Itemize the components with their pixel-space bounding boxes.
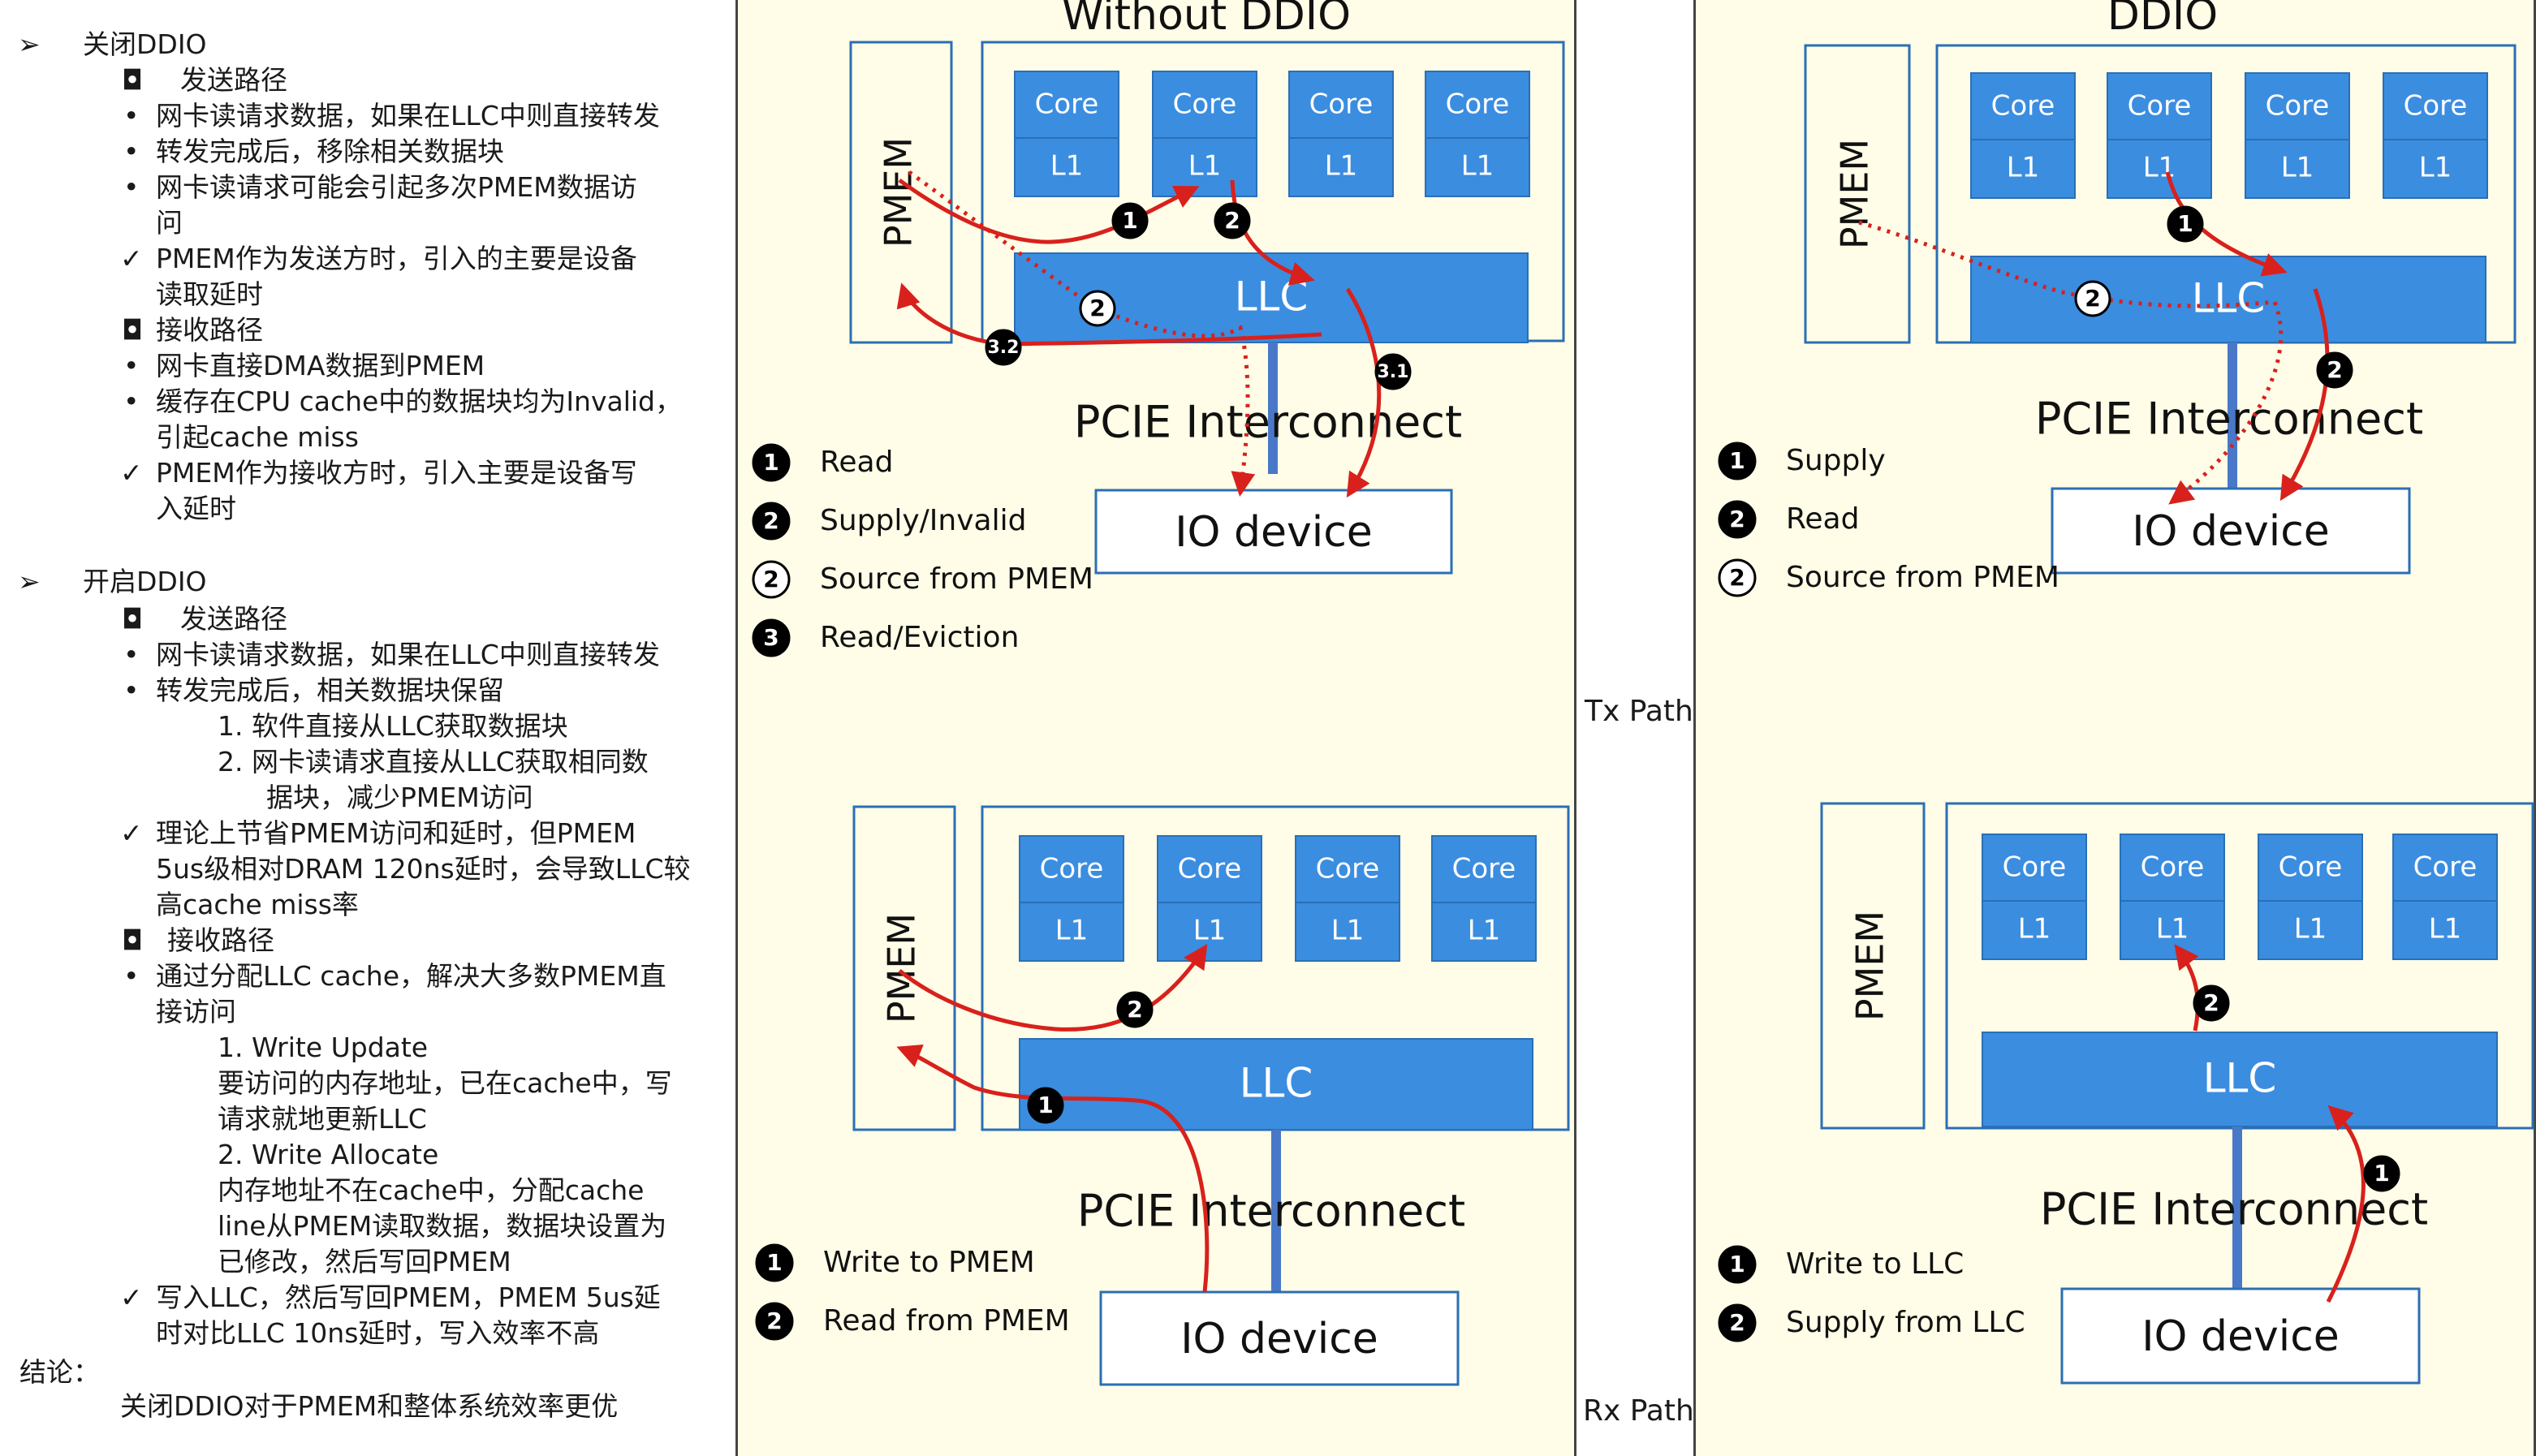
legend-badge-label: 1 xyxy=(1729,1251,1745,1277)
llc-label: LLC xyxy=(1240,1060,1313,1107)
legend-badge-label: 2 xyxy=(763,566,778,592)
ddio-diagram: Without DDIO DDIO PMEM Core L1 Core L1 Core L1 Co… xyxy=(752,0,2534,1386)
pcie-label: PCIE Interconnect xyxy=(2035,394,2423,445)
legend-badge-label: 1 xyxy=(1729,447,1745,474)
legend-label: Supply xyxy=(1786,444,1886,477)
core-label: Core xyxy=(1309,88,1374,121)
core-label: Core xyxy=(1178,853,1242,885)
core-label: Core xyxy=(2279,851,2343,884)
legend-badge-label: 3 xyxy=(763,624,778,651)
legend-label: Source from PMEM xyxy=(1786,561,2059,594)
panel-title-ddio: DDIO xyxy=(2107,0,2218,40)
l1-label: L1 xyxy=(2007,152,2040,184)
core-label: Core xyxy=(2003,851,2067,884)
l1-label: L1 xyxy=(2018,913,2051,946)
flow-step-badge-label: 2 xyxy=(1089,295,1105,321)
flow-step-badge-label: 3.2 xyxy=(988,338,1020,358)
pcie-label: PCIE Interconnect xyxy=(2040,1184,2428,1235)
core-label: Core xyxy=(1452,853,1516,885)
pcie-label: PCIE Interconnect xyxy=(1074,397,1462,448)
core-label: Core xyxy=(1173,88,1237,121)
legend-badge-label: 2 xyxy=(763,507,778,534)
legend-label: Read/Eviction xyxy=(820,621,1019,654)
l1-label: L1 xyxy=(1461,150,1494,183)
l1-label: L1 xyxy=(2281,152,2314,184)
l1-label: L1 xyxy=(1193,915,1227,947)
core-label: Core xyxy=(2141,851,2205,884)
flow-step-badge-label: 2 xyxy=(2203,989,2219,1016)
legend-label: Read xyxy=(820,446,893,479)
l1-label: L1 xyxy=(2156,913,2189,946)
core-label: Core xyxy=(1991,90,2055,123)
legend-label: Read xyxy=(1786,502,1859,536)
legend-badge-label: 2 xyxy=(1729,506,1745,532)
pmem-label: PMEM xyxy=(1833,139,1877,249)
legend-label: Read from PMEM xyxy=(823,1304,1070,1338)
core-label: Core xyxy=(1035,88,1099,121)
core-label: Core xyxy=(1446,88,1510,121)
pcie-label: PCIE Interconnect xyxy=(1077,1186,1465,1237)
legend-label: Source from PMEM xyxy=(820,562,1093,596)
flow-step-badge-label: 1 xyxy=(2374,1160,2389,1187)
legend-label: Write to LLC xyxy=(1786,1247,1964,1281)
flow-step-badge-label: 1 xyxy=(1037,1092,1053,1118)
llc-label: LLC xyxy=(2192,275,2266,322)
legend-label: Supply/Invalid xyxy=(820,504,1026,537)
legend-label: Write to PMEM xyxy=(823,1246,1035,1279)
flow-step-badge-label: 2 xyxy=(1127,996,1142,1023)
io-device-label: IO device xyxy=(1180,1315,1378,1363)
l1-label: L1 xyxy=(2294,913,2327,946)
l1-label: L1 xyxy=(2419,152,2452,184)
flow-step-badge-label: 1 xyxy=(1122,207,1137,234)
l1-label: L1 xyxy=(1188,150,1222,183)
io-device-label: IO device xyxy=(2132,507,2330,556)
l1-label: L1 xyxy=(2429,913,2462,946)
llc-label: LLC xyxy=(1235,274,1309,321)
flow-step-badge-label: 2 xyxy=(2327,356,2342,383)
flow-step-badge-label: 1 xyxy=(2177,210,2193,237)
pmem-label: PMEM xyxy=(880,913,924,1023)
legend-badge-label: 1 xyxy=(766,1249,782,1276)
legend-label: Supply from LLC xyxy=(1786,1306,2025,1339)
l1-label: L1 xyxy=(1325,150,1358,183)
legend-badge-label: 2 xyxy=(1729,1309,1745,1336)
io-device-label: IO device xyxy=(1175,508,1373,557)
core-label: Core xyxy=(2413,851,2478,884)
core-label: Core xyxy=(2404,90,2468,123)
flow-step-badge-label: 2 xyxy=(1224,207,1240,234)
l1-label: L1 xyxy=(1050,150,1084,183)
l1-label: L1 xyxy=(1468,915,1501,947)
core-label: Core xyxy=(2266,90,2330,123)
legend-badge-label: 2 xyxy=(1729,564,1745,591)
core-label: Core xyxy=(2128,90,2192,123)
llc-label: LLC xyxy=(2203,1055,2277,1102)
legend-badge-label: 2 xyxy=(766,1307,782,1334)
l1-label: L1 xyxy=(1331,915,1365,947)
panel-title-without-ddio: Without DDIO xyxy=(1062,0,1351,40)
l1-label: L1 xyxy=(1055,915,1089,947)
core-label: Core xyxy=(1040,853,1104,885)
legend-badge-label: 1 xyxy=(763,449,778,476)
flow-step-badge-label: 3.1 xyxy=(1378,362,1409,382)
core-label: Core xyxy=(1316,853,1380,885)
flow-step-badge-label: 2 xyxy=(2085,285,2100,312)
io-device-label: IO device xyxy=(2141,1312,2340,1361)
pmem-label: PMEM xyxy=(1848,911,1892,1021)
